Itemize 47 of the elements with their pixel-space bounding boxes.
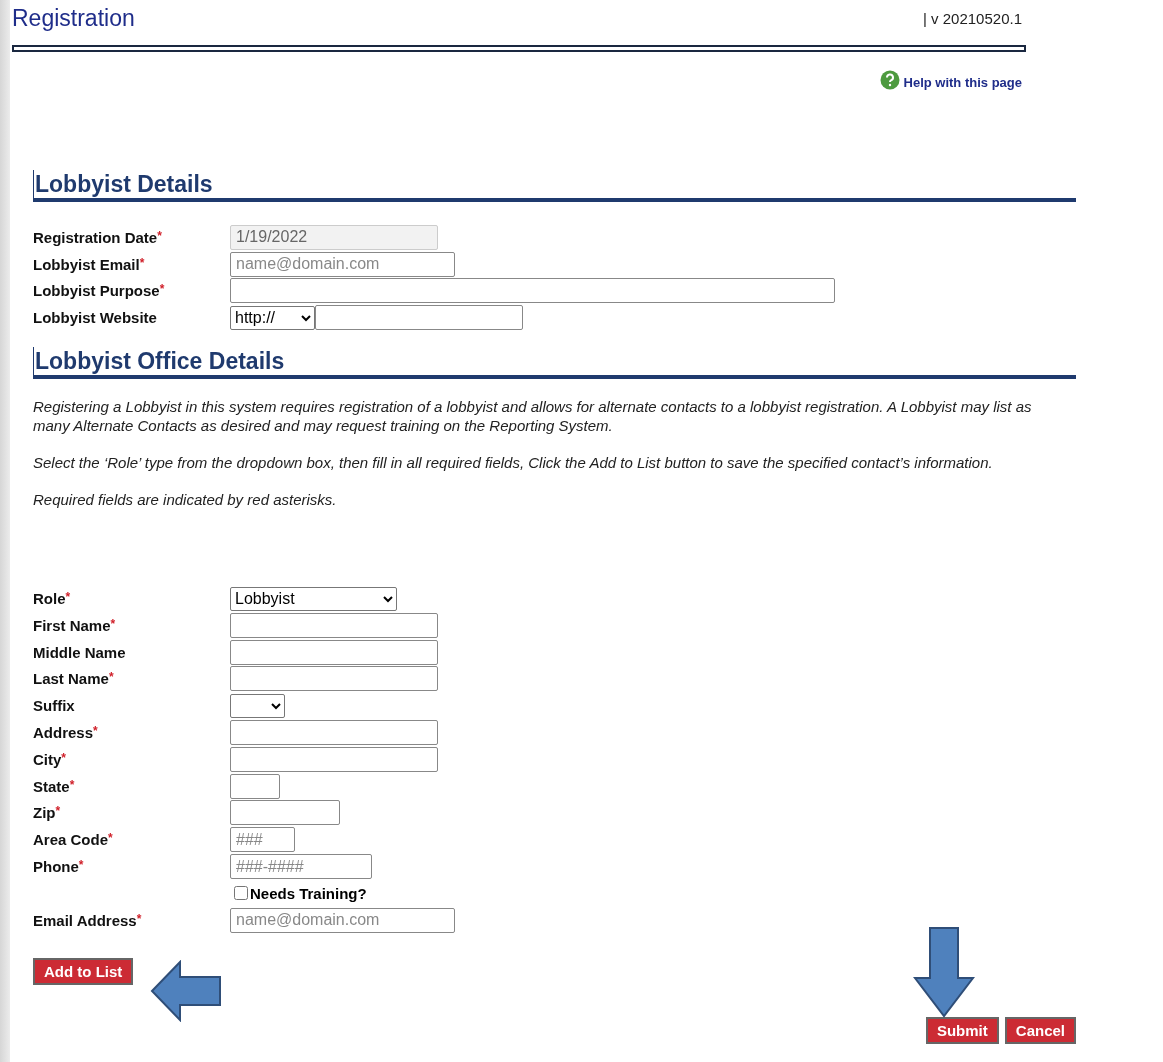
text-field[interactable]: ###-#### <box>230 854 372 880</box>
field-label: Email Address* <box>33 911 143 929</box>
required-asterisk: * <box>55 804 61 819</box>
field-label: Area Code* <box>33 831 114 849</box>
required-asterisk: * <box>136 911 142 926</box>
add-to-list-button[interactable]: Add to List <box>33 957 134 985</box>
required-asterisk: * <box>110 616 116 631</box>
instruction-paragraph: Required fields are indicated by red asterisks. <box>33 490 338 510</box>
help-link[interactable]: Help with this page <box>903 70 1026 90</box>
field-label: First Name* <box>33 616 117 634</box>
field-label: Zip* <box>33 804 62 822</box>
field-label: Lobbyist Purpose* <box>33 282 166 300</box>
required-asterisk: * <box>157 228 162 243</box>
field-label: Needs Training? <box>250 884 367 902</box>
required-asterisk: * <box>65 590 71 605</box>
text-field[interactable]: ### <box>230 827 295 853</box>
field-label: Phone* <box>33 858 85 876</box>
instruction-paragraph: Select the ‘Role’ type from the dropdown box, then fill in all required fields, Click the Add to List button to save the specified contact’s information. <box>33 453 994 473</box>
field-label: Registration Date* <box>33 228 163 246</box>
page-title: Registration <box>12 4 135 32</box>
section-heading: Lobbyist Details <box>33 170 1076 202</box>
required-asterisk: * <box>69 777 75 792</box>
text-field[interactable]: name@domain.com <box>230 907 455 933</box>
field-label: Lobbyist Website <box>33 309 158 327</box>
field-label: Role* <box>33 590 72 608</box>
required-asterisk: * <box>108 831 113 846</box>
field-label: Address* <box>33 724 99 742</box>
field-label: State* <box>33 777 76 795</box>
field-label: Suffix <box>33 697 76 715</box>
cancel-button[interactable]: Cancel <box>1004 1016 1076 1044</box>
field-label: Middle Name <box>33 643 127 661</box>
required-asterisk: * <box>61 750 66 765</box>
text-field[interactable]: name@domain.com <box>230 251 455 277</box>
section-heading: Lobbyist Office Details <box>33 347 1076 380</box>
dropdown[interactable]: Lobbyist <box>230 586 397 611</box>
protocol-dropdown[interactable]: http:// <box>230 305 315 330</box>
required-asterisk: * <box>78 858 84 873</box>
instruction-paragraph: Registering a Lobbyist in this system requires registration of a lobbyist and allows for alternate contacts to a lobbyist registration. A Lobbyist may list as many Alternate Contacts as desired and may request training on the Reporting System. <box>33 397 1033 436</box>
version-text: | v 20210520.1 <box>923 9 1023 27</box>
required-asterisk: * <box>139 255 145 270</box>
field-label: City* <box>33 750 67 768</box>
required-asterisk: * <box>159 282 165 297</box>
required-asterisk: * <box>108 670 114 685</box>
field-label: Lobbyist Email* <box>33 255 146 273</box>
submit-button[interactable]: Submit <box>925 1016 999 1044</box>
field-label: Last Name* <box>33 670 115 688</box>
required-asterisk: * <box>93 724 98 739</box>
